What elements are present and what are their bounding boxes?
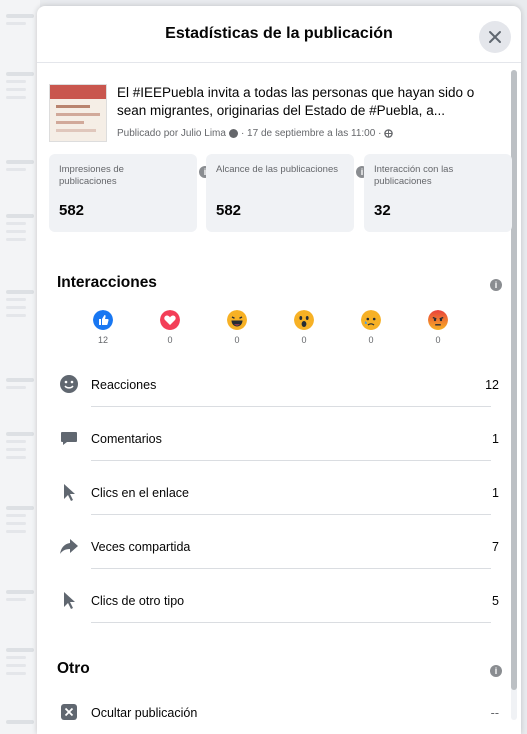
post-author: Publicado por Julio Lima — [117, 128, 226, 139]
post-meta: Publicado por Julio Lima · 17 de septiem… — [117, 128, 394, 139]
post-text: El #IEEPuebla invita a todas las persona… — [117, 85, 475, 118]
metric-row-hide-post[interactable]: Ocultar publicación -- — [57, 690, 499, 734]
metric-row-comments[interactable]: Comentarios 1 — [57, 416, 499, 470]
metric-label: Clics de otro tipo — [91, 594, 185, 608]
stat-value: 32 — [374, 202, 391, 219]
metric-label: Veces compartida — [91, 540, 191, 554]
post-date: · 17 de septiembre a las 11:00 · — [240, 128, 382, 139]
metric-row-other-clicks[interactable]: Clics de otro tipo 5 — [57, 578, 499, 632]
metric-row-link-clicks[interactable]: Clics en el enlace 1 — [57, 470, 499, 524]
comment-icon — [61, 432, 77, 445]
reaction-haha: 0 — [227, 310, 247, 345]
reaction-count: 0 — [435, 335, 441, 345]
like-icon — [93, 310, 113, 330]
info-icon[interactable]: i — [490, 279, 502, 291]
stat-card-reach: Alcance de las publicaciones 582 — [206, 154, 354, 232]
reaction-angry: 0 — [428, 310, 448, 345]
metric-value: 1 — [492, 432, 499, 446]
stat-label: Impresiones de publicaciones — [59, 164, 124, 187]
reaction-love: 0 — [160, 310, 180, 345]
stat-label: Interacción con las publicaciones — [374, 164, 454, 187]
metric-value: 12 — [485, 378, 499, 392]
metric-row-shares[interactable]: Veces compartida 7 — [57, 524, 499, 578]
share-icon — [60, 539, 78, 554]
post-thumbnail — [49, 84, 107, 142]
post-insights-dialog: Estadísticas de la publicación El #IEEPu… — [37, 6, 521, 734]
divider — [91, 622, 491, 623]
stat-value: 582 — [216, 202, 242, 219]
divider — [91, 406, 491, 407]
angry-icon — [428, 310, 448, 330]
divider — [91, 568, 491, 569]
globe-icon — [384, 129, 394, 138]
stat-card-engagement: Interacción con las publicaciones 32 — [364, 154, 512, 232]
hide-icon — [61, 704, 77, 720]
reaction-count: 0 — [301, 335, 307, 345]
smiley-icon — [60, 375, 78, 393]
metric-label: Clics en el enlace — [91, 486, 189, 500]
metric-value: -- — [490, 706, 499, 720]
stats-row: Impresiones de publicaciones 582 i Alcan… — [49, 154, 521, 234]
dialog-header: Estadísticas de la publicación — [37, 6, 521, 63]
dialog-title: Estadísticas de la publicación — [165, 25, 393, 42]
metric-value: 1 — [492, 486, 499, 500]
reaction-count: 0 — [234, 335, 240, 345]
wow-icon — [294, 310, 314, 330]
close-button[interactable] — [479, 21, 511, 53]
metric-row-reactions[interactable]: Reacciones 12 — [57, 362, 499, 416]
post-preview[interactable]: El #IEEPuebla invita a todas las persona… — [49, 78, 505, 148]
reaction-count: 12 — [97, 335, 108, 345]
info-icon — [228, 129, 238, 138]
stat-card-impressions: Impresiones de publicaciones 582 — [49, 154, 197, 232]
metric-label: Comentarios — [91, 432, 162, 446]
love-icon — [160, 310, 180, 330]
divider — [91, 460, 491, 461]
haha-icon — [227, 310, 247, 330]
sad-icon — [361, 310, 381, 330]
reaction-wow: 0 — [294, 310, 314, 345]
info-icon[interactable]: i — [490, 665, 502, 677]
metric-label: Reacciones — [91, 378, 157, 392]
reaction-sad: 0 — [361, 310, 381, 345]
reaction-count: 0 — [368, 335, 374, 345]
metric-label: Ocultar publicación — [91, 706, 198, 720]
reaction-count: 0 — [167, 335, 173, 345]
close-icon — [489, 31, 501, 43]
divider — [91, 514, 491, 515]
metric-value: 7 — [492, 540, 499, 554]
reaction-like: 12 — [93, 310, 113, 345]
background-feed — [0, 0, 40, 734]
cursor-icon — [64, 484, 75, 501]
stat-label: Alcance de las publicaciones — [216, 164, 338, 175]
cursor-icon — [64, 592, 75, 609]
section-title-other: Otro — [57, 660, 90, 677]
section-title-interactions: Interacciones — [57, 274, 157, 291]
reactions-row: 12 0 0 0 0 0 — [93, 310, 473, 350]
stat-value: 582 — [59, 202, 85, 219]
metric-value: 5 — [492, 594, 499, 608]
